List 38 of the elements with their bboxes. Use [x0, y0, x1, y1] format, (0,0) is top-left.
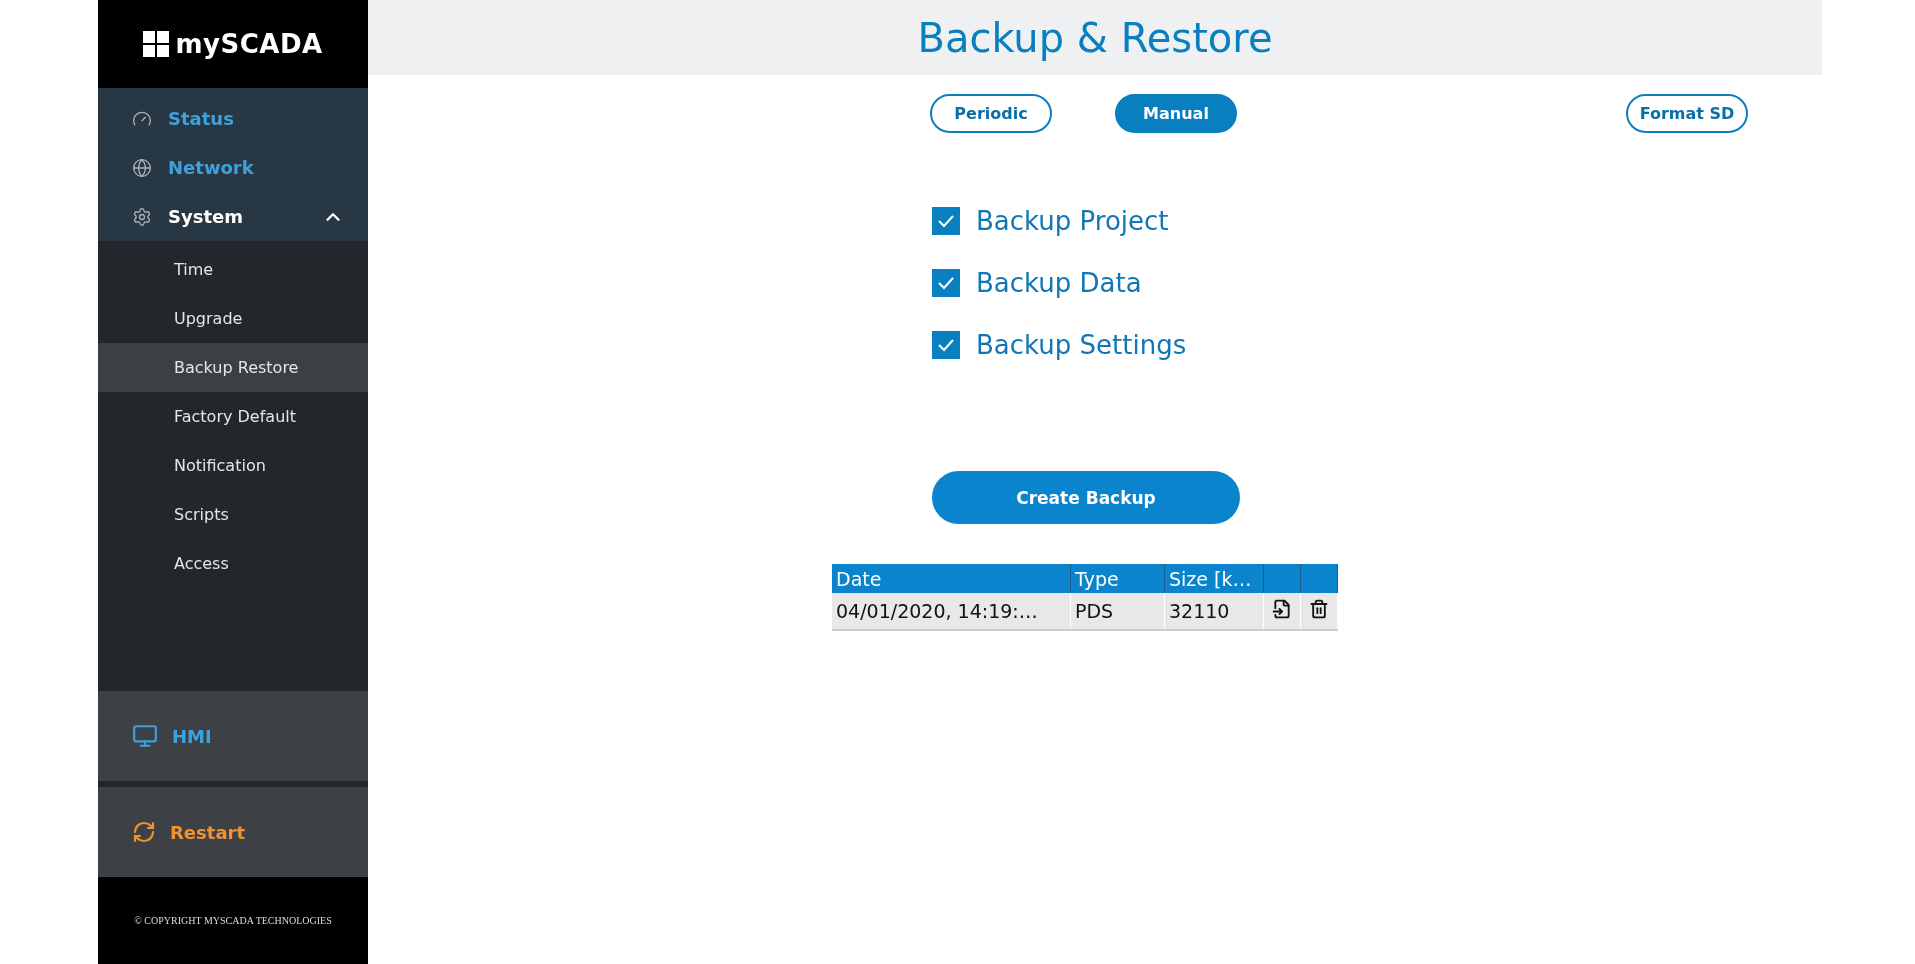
mode-tab[interactable]: Periodic: [930, 94, 1052, 133]
hmi-link[interactable]: HMI: [172, 725, 212, 747]
page-title: Backup & Restore: [917, 14, 1273, 61]
submenu-item[interactable]: Upgrade: [98, 294, 368, 343]
checkbox-label: Backup Data: [976, 268, 1142, 298]
restart-link[interactable]: Restart: [170, 821, 245, 843]
refresh-icon: [132, 820, 156, 844]
table-cell: PDS: [1070, 593, 1165, 630]
column-header: Size [k…: [1164, 564, 1264, 593]
copyright-text: © COPYRIGHT MYSCADA TECHNOLOGIES: [134, 915, 332, 926]
submenu-item[interactable]: Time: [98, 245, 368, 294]
settings-icon: [132, 206, 152, 227]
logo-text: mySCADA: [175, 29, 323, 59]
checkbox[interactable]: [932, 207, 960, 235]
checkbox[interactable]: [932, 331, 960, 359]
column-header: Type: [1070, 564, 1165, 593]
mode-tab[interactable]: Manual: [1115, 94, 1237, 133]
check-icon: [937, 276, 955, 290]
checkbox-label: Backup Settings: [976, 330, 1187, 360]
table-cell: 04/01/2020, 14:19:…: [832, 593, 1071, 630]
column-header: Date: [832, 564, 1071, 593]
submenu-item[interactable]: Factory Default: [98, 392, 368, 441]
checkbox-label: Backup Project: [976, 206, 1169, 236]
globe-icon: [132, 157, 152, 178]
check-icon: [937, 214, 955, 228]
monitor-icon: [132, 723, 158, 749]
create-backup-button[interactable]: Create Backup: [932, 471, 1240, 524]
submenu-item[interactable]: Backup Restore: [98, 343, 368, 392]
trash-icon[interactable]: [1309, 599, 1329, 619]
format-sd-button[interactable]: Format SD: [1626, 94, 1748, 133]
table-cell: 32110: [1164, 593, 1264, 630]
check-icon: [937, 338, 955, 352]
logo-icon: [143, 31, 170, 57]
checkbox[interactable]: [932, 269, 960, 297]
submenu-item[interactable]: Notification: [98, 441, 368, 490]
restore-file-icon[interactable]: [1272, 599, 1292, 619]
submenu-item[interactable]: Access: [98, 539, 368, 588]
submenu-item[interactable]: Scripts: [98, 490, 368, 539]
